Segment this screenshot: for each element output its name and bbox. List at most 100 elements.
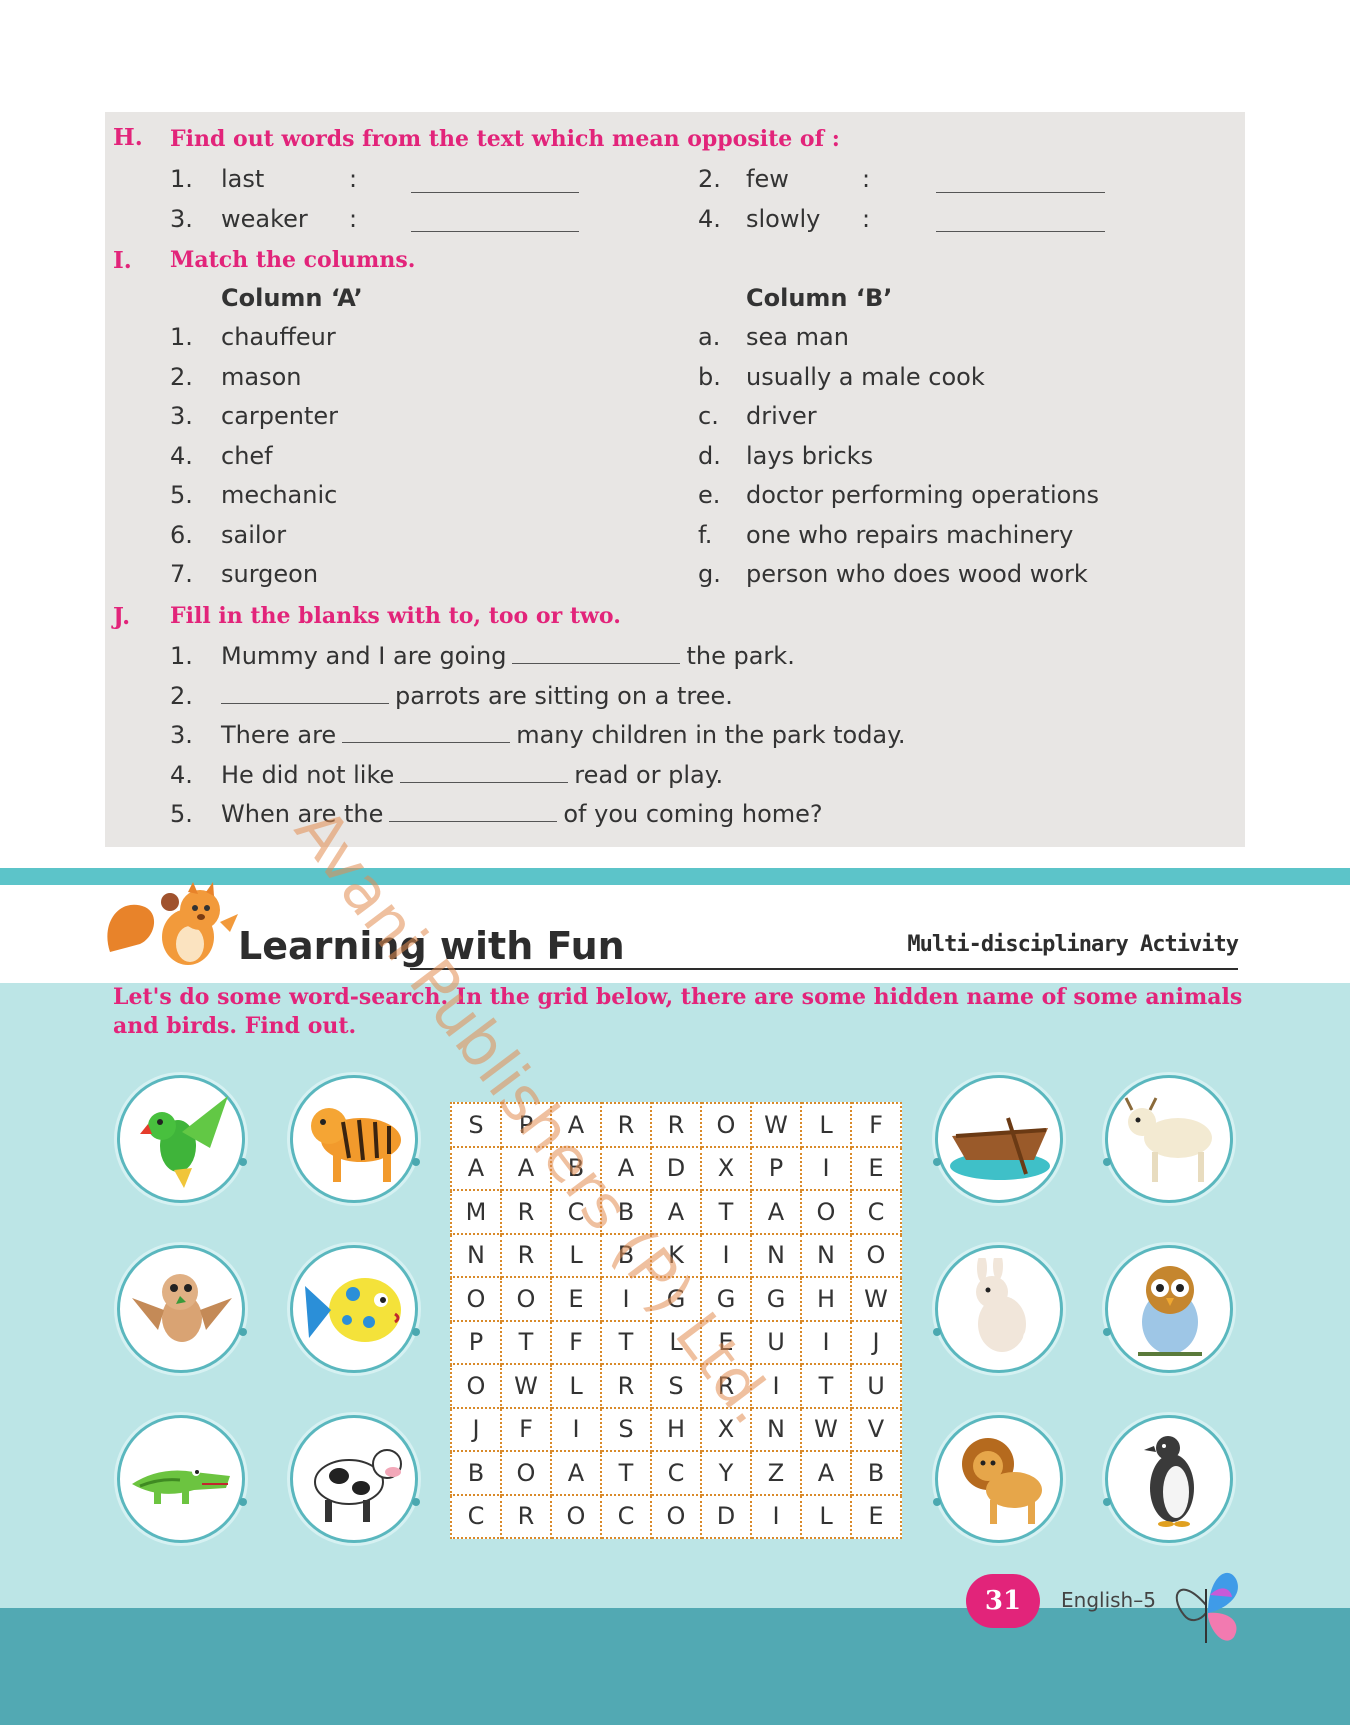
grid-cell[interactable]: I (600, 1276, 652, 1322)
grid-cell[interactable]: B (450, 1450, 502, 1496)
grid-cell[interactable]: W (850, 1276, 902, 1322)
grid-cell[interactable]: O (450, 1363, 502, 1409)
grid-cell[interactable]: A (550, 1102, 602, 1148)
grid-cell[interactable]: T (800, 1363, 852, 1409)
grid-cell[interactable]: P (450, 1319, 502, 1365)
grid-cell[interactable]: F (500, 1406, 552, 1452)
grid-cell[interactable]: G (700, 1276, 752, 1322)
j-answer-blank[interactable] (400, 765, 569, 783)
grid-cell[interactable]: L (800, 1493, 852, 1539)
grid-cell[interactable]: N (750, 1232, 802, 1278)
grid-cell[interactable]: R (700, 1363, 752, 1409)
col-b-letter: f. (698, 521, 713, 549)
grid-cell[interactable]: I (800, 1319, 852, 1365)
grid-cell[interactable]: O (850, 1232, 902, 1278)
grid-cell[interactable]: K (650, 1232, 702, 1278)
grid-cell[interactable]: G (650, 1276, 702, 1322)
grid-cell[interactable]: T (600, 1450, 652, 1496)
grid-cell[interactable]: E (700, 1319, 752, 1365)
grid-cell[interactable]: B (550, 1145, 602, 1191)
grid-cell[interactable]: E (850, 1493, 902, 1539)
grid-cell[interactable]: H (800, 1276, 852, 1322)
grid-cell[interactable]: A (600, 1145, 652, 1191)
grid-cell[interactable]: V (850, 1406, 902, 1452)
grid-cell[interactable]: T (700, 1189, 752, 1235)
grid-cell[interactable]: I (700, 1232, 752, 1278)
grid-cell[interactable]: O (450, 1276, 502, 1322)
grid-cell[interactable]: F (550, 1319, 602, 1365)
grid-cell[interactable]: R (650, 1102, 702, 1148)
grid-cell[interactable]: T (600, 1319, 652, 1365)
grid-cell[interactable]: O (500, 1450, 552, 1496)
grid-cell[interactable]: C (450, 1493, 502, 1539)
h-answer-blank[interactable] (936, 230, 1105, 232)
grid-cell[interactable]: O (700, 1102, 752, 1148)
grid-cell[interactable]: J (450, 1406, 502, 1452)
grid-cell[interactable]: L (550, 1363, 602, 1409)
grid-cell[interactable]: W (500, 1363, 552, 1409)
j-answer-blank[interactable] (389, 804, 558, 822)
grid-cell[interactable]: F (850, 1102, 902, 1148)
grid-cell[interactable]: I (550, 1406, 602, 1452)
grid-cell[interactable]: A (650, 1189, 702, 1235)
grid-cell[interactable]: Y (700, 1450, 752, 1496)
grid-cell[interactable]: C (550, 1189, 602, 1235)
grid-cell[interactable]: A (550, 1450, 602, 1496)
h-answer-blank[interactable] (411, 230, 579, 232)
grid-cell[interactable]: B (850, 1450, 902, 1496)
grid-cell[interactable]: W (750, 1102, 802, 1148)
grid-cell[interactable]: R (600, 1102, 652, 1148)
grid-cell[interactable]: R (600, 1363, 652, 1409)
grid-cell[interactable]: L (650, 1319, 702, 1365)
j-answer-blank[interactable] (221, 686, 389, 704)
grid-cell[interactable]: U (850, 1363, 902, 1409)
grid-cell[interactable]: N (450, 1232, 502, 1278)
grid-cell[interactable]: L (800, 1102, 852, 1148)
grid-cell[interactable]: C (650, 1450, 702, 1496)
grid-cell[interactable]: B (600, 1189, 652, 1235)
grid-cell[interactable]: I (750, 1493, 802, 1539)
grid-cell[interactable]: E (550, 1276, 602, 1322)
grid-cell[interactable]: A (450, 1145, 502, 1191)
grid-cell[interactable]: D (650, 1145, 702, 1191)
grid-cell[interactable]: O (800, 1189, 852, 1235)
grid-cell[interactable]: T (500, 1319, 552, 1365)
grid-cell[interactable]: A (500, 1145, 552, 1191)
h-answer-blank[interactable] (936, 191, 1105, 193)
grid-cell[interactable]: C (600, 1493, 652, 1539)
grid-cell[interactable]: U (750, 1319, 802, 1365)
grid-cell[interactable]: I (800, 1145, 852, 1191)
grid-cell[interactable]: A (750, 1189, 802, 1235)
grid-cell[interactable]: G (750, 1276, 802, 1322)
grid-cell[interactable]: E (850, 1145, 902, 1191)
grid-cell[interactable]: B (600, 1232, 652, 1278)
grid-cell[interactable]: P (500, 1102, 552, 1148)
grid-cell[interactable]: R (500, 1493, 552, 1539)
grid-cell[interactable]: J (850, 1319, 902, 1365)
h-answer-blank[interactable] (411, 191, 579, 193)
grid-cell[interactable]: O (650, 1493, 702, 1539)
grid-cell[interactable]: D (700, 1493, 752, 1539)
j-answer-blank[interactable] (342, 725, 511, 743)
grid-cell[interactable]: A (800, 1450, 852, 1496)
grid-cell[interactable]: Z (750, 1450, 802, 1496)
j-answer-blank[interactable] (512, 646, 681, 664)
grid-cell[interactable]: R (500, 1189, 552, 1235)
grid-cell[interactable]: P (750, 1145, 802, 1191)
grid-cell[interactable]: N (800, 1232, 852, 1278)
grid-cell[interactable]: N (750, 1406, 802, 1452)
grid-cell[interactable]: O (500, 1276, 552, 1322)
grid-cell[interactable]: L (550, 1232, 602, 1278)
grid-cell[interactable]: R (500, 1232, 552, 1278)
grid-cell[interactable]: I (750, 1363, 802, 1409)
grid-cell[interactable]: M (450, 1189, 502, 1235)
grid-cell[interactable]: S (450, 1102, 502, 1148)
grid-cell[interactable]: H (650, 1406, 702, 1452)
grid-cell[interactable]: S (650, 1363, 702, 1409)
grid-cell[interactable]: W (800, 1406, 852, 1452)
grid-cell[interactable]: X (700, 1406, 752, 1452)
grid-cell[interactable]: C (850, 1189, 902, 1235)
grid-cell[interactable]: O (550, 1493, 602, 1539)
grid-cell[interactable]: X (700, 1145, 752, 1191)
grid-cell[interactable]: S (600, 1406, 652, 1452)
